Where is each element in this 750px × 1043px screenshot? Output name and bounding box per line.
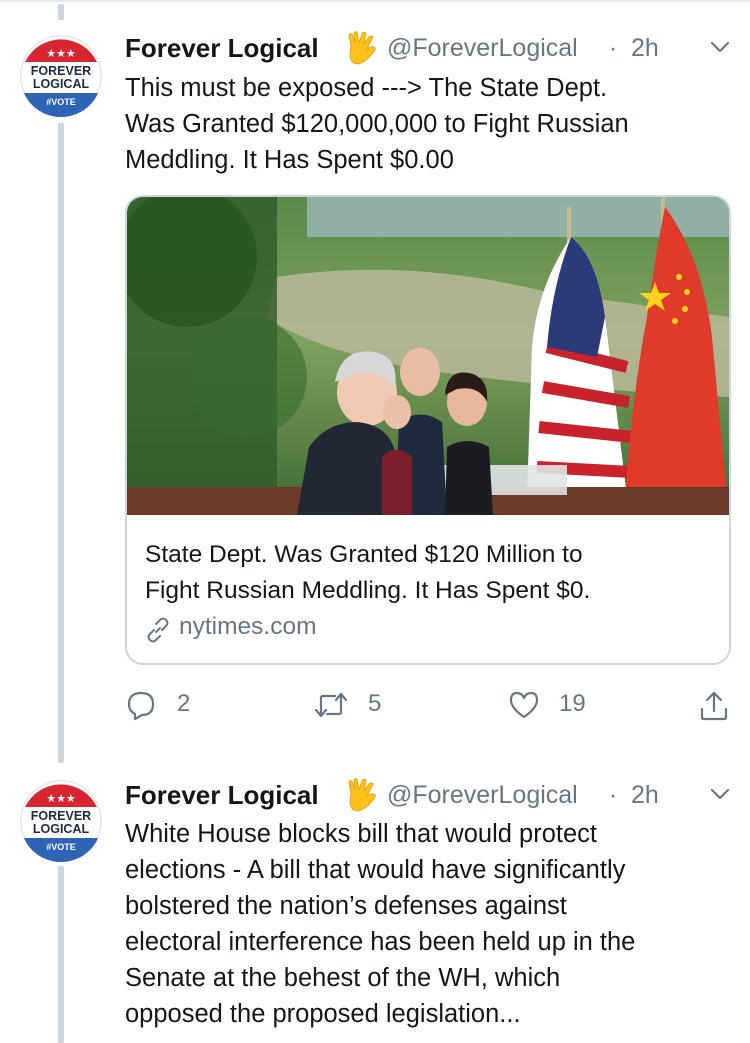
- tweet-text-line: opposed the proposed legislation...: [125, 1000, 521, 1028]
- timestamp[interactable]: 2h: [631, 781, 659, 810]
- link-icon: [147, 617, 169, 643]
- card-title-line: Fight Russian Meddling. It Has Spent $0.: [145, 577, 591, 604]
- avatar-logo: ★★★ FOREVER LOGICAL #VOTE: [20, 35, 102, 117]
- reply-count: 2: [177, 690, 191, 717]
- retweet-icon: [314, 692, 348, 718]
- retweet-count: 5: [368, 690, 382, 717]
- vulcan-salute-emoji-icon: [348, 31, 376, 65]
- chevron-down-icon[interactable]: [709, 786, 731, 802]
- user-handle[interactable]: @ForeverLogical: [387, 781, 578, 810]
- avatar-top-text: FOREVER: [31, 64, 91, 78]
- tweet-text-line: Senate at the behest of the WH, which: [125, 964, 561, 992]
- link-card[interactable]: State Dept. Was Granted $120 Million to …: [125, 195, 731, 665]
- avatar-top-text: FOREVER: [31, 809, 91, 823]
- tweet-text: This must be exposed ---> The State Dept…: [125, 70, 725, 178]
- card-image[interactable]: [127, 197, 729, 515]
- tweet-actions: 2 5 19: [125, 686, 735, 726]
- avatar-banner-text: #VOTE: [46, 97, 76, 107]
- user-handle[interactable]: @ForeverLogical: [387, 34, 578, 63]
- avatar-bottom-text: LOGICAL: [33, 822, 90, 836]
- like-count: 19: [559, 690, 586, 717]
- avatar-bottom-text: LOGICAL: [33, 77, 90, 91]
- tweet-text: White House blocks bill that would prote…: [125, 816, 725, 1032]
- tweet-header: Forever Logical @ForeverLogical · 2h: [125, 778, 735, 820]
- tweet-text-line: bolstered the nation’s defenses against: [125, 892, 567, 920]
- vulcan-salute-emoji-icon: [348, 778, 376, 812]
- avatar[interactable]: ★★★ FOREVER LOGICAL #VOTE: [20, 35, 102, 117]
- avatar[interactable]: ★★★ FOREVER LOGICAL #VOTE: [20, 780, 102, 862]
- card-title[interactable]: State Dept. Was Granted $120 Million to …: [145, 537, 715, 609]
- avatar-stars: ★★★: [46, 47, 76, 60]
- share-icon: [700, 691, 728, 721]
- timestamp[interactable]: 2h: [631, 34, 659, 63]
- heart-icon: [509, 691, 539, 719]
- tweet-text-line: White House blocks bill that would prote…: [125, 820, 597, 848]
- card-title-line: State Dept. Was Granted $120 Million to: [145, 541, 583, 568]
- avatar-banner-text: #VOTE: [46, 842, 76, 852]
- avatar-logo: ★★★ FOREVER LOGICAL #VOTE: [20, 780, 102, 862]
- tweet-header: Forever Logical @ForeverLogical · 2h: [125, 31, 735, 73]
- display-name[interactable]: Forever Logical: [125, 780, 319, 811]
- tweet-text-line: elections - A bill that would have signi…: [125, 856, 626, 884]
- thread-line-top: [58, 4, 64, 20]
- display-name[interactable]: Forever Logical: [125, 33, 319, 64]
- dot-separator: ·: [609, 34, 618, 62]
- thread-line-connector: [58, 123, 64, 763]
- tweet-text-line: This must be exposed ---> The State Dept…: [125, 74, 608, 102]
- top-divider: [0, 0, 750, 2]
- timeline: ★★★ FOREVER LOGICAL #VOTE Forever Logica…: [0, 0, 750, 1043]
- tweet-text-line: electoral interference has been held up …: [125, 928, 636, 956]
- tweet-text-line: Meddling. It Has Spent $0.00: [125, 146, 454, 174]
- reply-icon: [127, 691, 155, 721]
- card-domain: nytimes.com: [179, 613, 317, 640]
- thread-line-bottom: [58, 866, 64, 1043]
- avatar-stars: ★★★: [46, 792, 76, 805]
- chevron-down-icon[interactable]: [709, 39, 731, 55]
- tweet-text-line: Was Granted $120,000,000 to Fight Russia…: [125, 110, 629, 138]
- dot-separator: ·: [609, 781, 618, 809]
